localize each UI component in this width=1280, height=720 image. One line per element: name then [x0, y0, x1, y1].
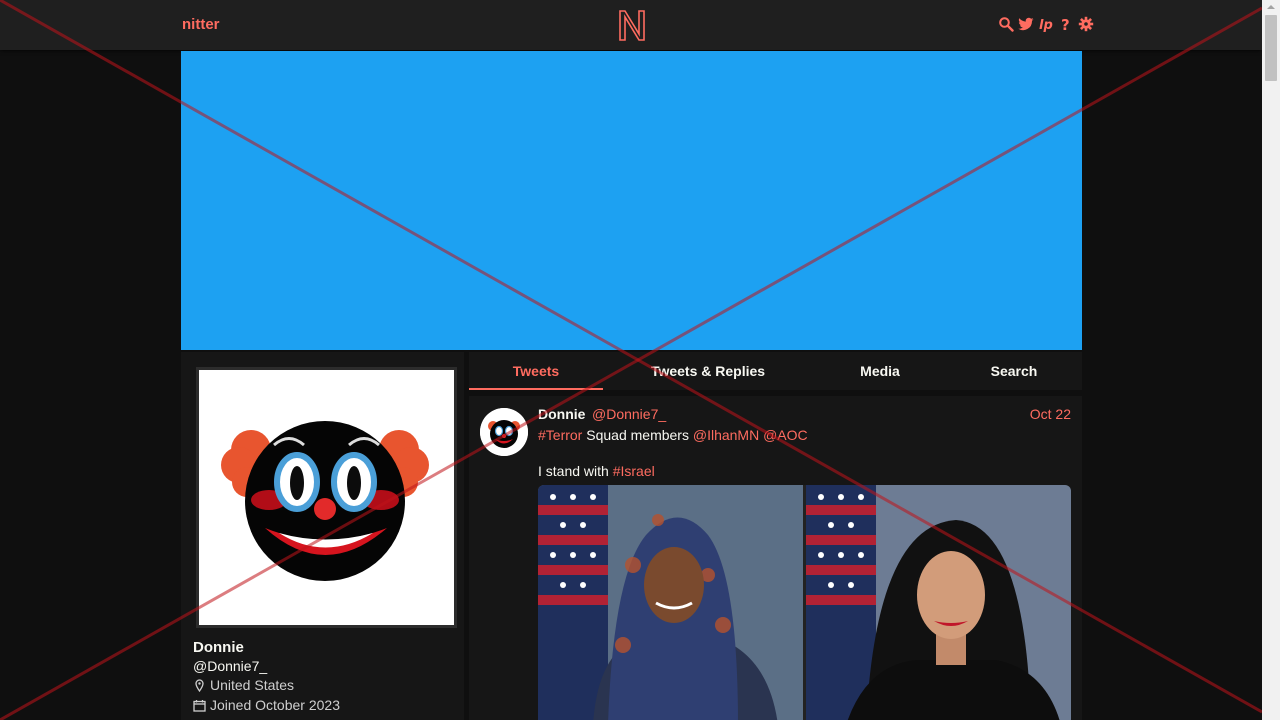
profile-username[interactable]: @Donnie7_: [193, 658, 267, 674]
timeline-tabs: Tweets Tweets & Replies Media Search: [469, 352, 1082, 390]
location-pin-icon: [195, 678, 204, 692]
nav-icons: lp ?: [998, 16, 1094, 32]
hashtag-link[interactable]: #Terror: [538, 427, 582, 443]
profile-fullname[interactable]: Donnie: [193, 639, 244, 656]
tab-tweets-replies[interactable]: Tweets & Replies: [633, 352, 783, 390]
tweet-username[interactable]: @Donnie7_: [592, 406, 666, 422]
twitter-bird-icon[interactable]: [1018, 16, 1034, 32]
mention-link[interactable]: @AOC: [763, 427, 808, 443]
calendar-icon: [193, 699, 206, 712]
help-icon[interactable]: ?: [1058, 16, 1074, 32]
tweet-photo[interactable]: [806, 485, 1071, 720]
tweet-fullname[interactable]: Donnie: [538, 406, 585, 422]
tweet-text-line: #Terror Squad members @IlhanMN @AOC: [538, 427, 808, 443]
tweet-avatar[interactable]: [480, 408, 528, 456]
navbar: nitter lp ?: [0, 0, 1262, 50]
search-icon[interactable]: [998, 16, 1014, 32]
portrait-image: [538, 485, 803, 720]
tweet-photo[interactable]: [538, 485, 803, 720]
nitter-logo-icon[interactable]: [617, 8, 647, 42]
tweet-text-line: I stand with #Israel: [538, 463, 655, 479]
tweet-media: [538, 485, 1071, 720]
svg-text:?: ?: [1061, 16, 1070, 32]
tab-media[interactable]: Media: [839, 352, 921, 390]
clown-face-icon: [199, 370, 454, 625]
tweet[interactable]: Donnie @Donnie7_ Oct 22 #Terror Squad me…: [469, 396, 1082, 720]
mention-link[interactable]: @IlhanMN: [693, 427, 759, 443]
profile-location: United States: [193, 677, 294, 693]
scrollbar-thumb[interactable]: [1265, 15, 1277, 81]
tweet-text: I stand with: [538, 463, 613, 479]
tweet-date[interactable]: Oct 22: [1030, 406, 1071, 422]
clown-face-icon: [480, 408, 528, 456]
brand-link[interactable]: nitter: [182, 16, 220, 33]
profile-joined: Joined October 2023: [193, 697, 340, 713]
svg-text:lp: lp: [1039, 18, 1053, 32]
gear-icon[interactable]: [1078, 16, 1094, 32]
active-tab-indicator: [469, 388, 603, 390]
profile-card: Donnie @Donnie7_ United States Joined Oc…: [181, 352, 464, 720]
liberapay-icon[interactable]: lp: [1038, 16, 1054, 32]
tab-tweets[interactable]: Tweets: [469, 352, 603, 390]
portrait-image: [806, 485, 1071, 720]
profile-banner[interactable]: [181, 51, 1082, 350]
scroll-up-arrow-icon[interactable]: [1262, 0, 1280, 14]
profile-avatar[interactable]: [196, 367, 457, 628]
page-scrollbar[interactable]: [1262, 0, 1280, 720]
location-text: United States: [210, 677, 295, 693]
tweet-text: Squad members: [582, 427, 693, 443]
tab-search[interactable]: Search: [975, 352, 1053, 390]
joined-text: Joined October 2023: [210, 697, 340, 713]
hashtag-link[interactable]: #Israel: [613, 463, 655, 479]
